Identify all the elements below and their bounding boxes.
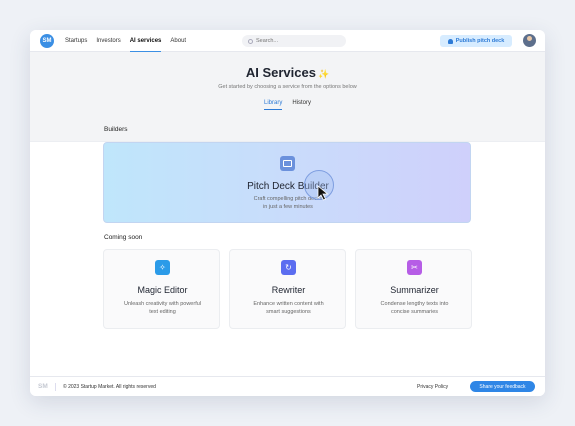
footer-logo: SM — [38, 383, 48, 390]
pitch-deck-builder-card[interactable]: Pitch Deck Builder Craft compelling pitc… — [103, 142, 471, 223]
desc-line: in just a few minutes — [263, 204, 313, 210]
nav-startups[interactable]: Startups — [65, 30, 87, 52]
logo-text: SM — [42, 38, 52, 44]
main-nav: Startups Investors AI services About — [65, 30, 186, 52]
section-label-coming-soon: Coming soon — [104, 234, 143, 241]
sparkle-icon: ✨ — [317, 69, 330, 79]
mouse-pointer-icon — [317, 185, 329, 201]
page-title-text: AI Services — [245, 65, 316, 80]
magic-wand-icon: ✧ — [155, 260, 170, 275]
nav-investors[interactable]: Investors — [96, 30, 120, 52]
summarizer-card[interactable]: ✂ Summarizer Condense lengthy texts into… — [355, 249, 472, 329]
scissors-icon: ✂ — [407, 260, 422, 275]
logo[interactable]: SM — [40, 34, 54, 48]
top-navbar: SM Startups Investors AI services About … — [30, 30, 545, 52]
presentation-icon — [280, 156, 295, 171]
copyright-text: © 2023 Startup Market. All rights reserv… — [63, 384, 156, 390]
footer-divider — [55, 383, 56, 391]
search-bar[interactable] — [242, 35, 346, 47]
magic-editor-card[interactable]: ✧ Magic Editor Unleash creativity with p… — [103, 249, 220, 329]
desc-line: concise summaries — [390, 309, 439, 315]
card-description: Condense lengthy texts into concise summ… — [364, 300, 465, 316]
section-label-builders: Builders — [104, 126, 128, 133]
card-description: Enhance written content with smart sugge… — [238, 300, 339, 316]
tab-library[interactable]: Library — [263, 100, 283, 110]
rewriter-card[interactable]: ↻ Rewriter Enhance written content with … — [229, 249, 346, 329]
desc-line: Condense lengthy texts into — [380, 301, 449, 307]
nav-about[interactable]: About — [170, 30, 186, 52]
pitch-deck-builder-title: Pitch Deck Builder — [247, 181, 329, 192]
publish-label: Publish pitch deck — [455, 38, 505, 44]
card-title: Summarizer — [390, 285, 439, 295]
footer: SM © 2023 Startup Market. All rights res… — [30, 376, 545, 396]
card-description: Unleash creativity with powerful text ed… — [112, 300, 213, 316]
desc-line: Unleash creativity with powerful — [123, 301, 202, 307]
user-icon — [447, 38, 453, 44]
page-subtitle: Get started by choosing a service from t… — [218, 84, 357, 90]
search-input[interactable] — [256, 38, 336, 44]
app-window: SM Startups Investors AI services About … — [30, 30, 545, 396]
avatar[interactable] — [523, 34, 536, 47]
share-feedback-button[interactable]: Share your feedback — [470, 381, 535, 392]
desc-line: Enhance written content with — [253, 301, 324, 307]
page-title: AI Services ✨ — [30, 65, 545, 80]
publish-pitch-deck-button[interactable]: Publish pitch deck — [440, 35, 512, 47]
tab-history[interactable]: History — [292, 100, 311, 110]
card-title: Rewriter — [271, 285, 306, 295]
card-title: Magic Editor — [137, 285, 188, 295]
nav-ai-services[interactable]: AI services — [129, 30, 161, 52]
desc-line: text editing — [149, 309, 176, 315]
refresh-icon: ↻ — [281, 260, 296, 275]
tab-bar: Library History — [30, 100, 545, 110]
privacy-policy-link[interactable]: Privacy Policy — [417, 384, 448, 390]
desc-line: smart suggestions — [266, 309, 311, 315]
search-icon — [248, 38, 253, 44]
